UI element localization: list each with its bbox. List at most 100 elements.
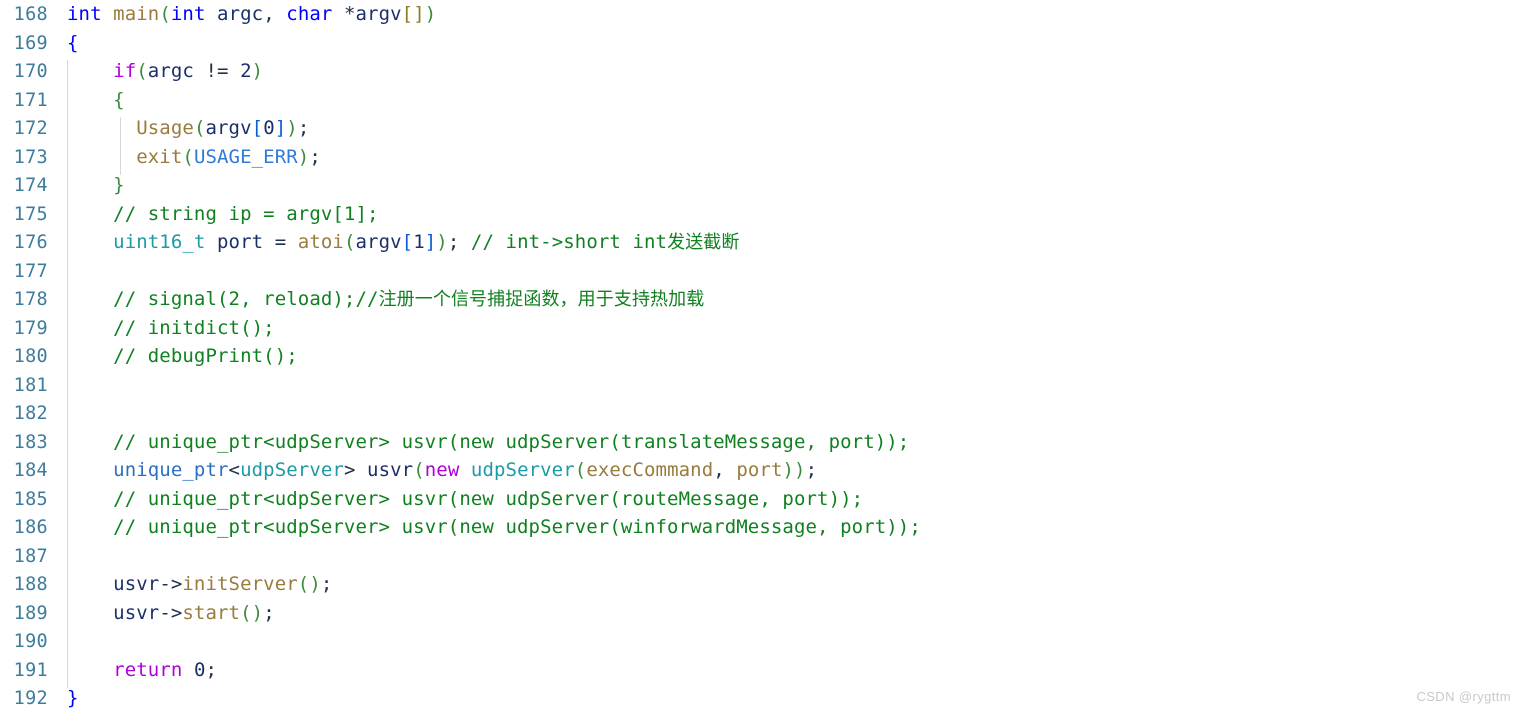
token-var-argv: argv: [205, 117, 252, 139]
code-line-190[interactable]: 190: [0, 627, 1525, 656]
code-line-179[interactable]: 179 // initdict();: [0, 314, 1525, 343]
line-content-empty[interactable]: [48, 627, 79, 656]
line-content[interactable]: // debugPrint();: [48, 342, 298, 371]
token-function-usage: Usage: [136, 117, 194, 139]
code-editor-viewport[interactable]: 168 int main(int argc, char *argv[]) 169…: [0, 0, 1525, 713]
code-line-180[interactable]: 180 // debugPrint();: [0, 342, 1525, 371]
token-comment: // initdict();: [113, 316, 275, 339]
line-content[interactable]: // unique_ptr<udpServer> usvr(new udpSer…: [48, 485, 863, 514]
line-content[interactable]: unique_ptr<udpServer> usvr(new udpServer…: [48, 456, 817, 485]
line-content[interactable]: // unique_ptr<udpServer> usvr(new udpSer…: [48, 513, 921, 542]
code-line-192[interactable]: 192 }: [0, 684, 1525, 713]
code-line-183[interactable]: 183 // unique_ptr<udpServer> usvr(new ud…: [0, 428, 1525, 457]
line-number: 171: [13, 89, 48, 111]
line-content[interactable]: usvr->initServer();: [48, 570, 332, 599]
code-line-176[interactable]: 176 uint16_t port = atoi(argv[1]); // in…: [0, 228, 1525, 257]
line-number: 186: [13, 517, 48, 538]
line-content[interactable]: // string ip = argv[1];: [48, 200, 379, 229]
token-keyword-new: new: [424, 459, 460, 481]
line-content[interactable]: // unique_ptr<udpServer> usvr(new udpSer…: [48, 428, 909, 457]
token-comment: // string ip = argv[1];: [113, 202, 379, 225]
code-line-185[interactable]: 185 // unique_ptr<udpServer> usvr(new ud…: [0, 485, 1525, 514]
code-lines[interactable]: 168 int main(int argc, char *argv[]) 169…: [0, 0, 1525, 713]
code-line-191[interactable]: 191 return 0;: [0, 656, 1525, 685]
code-line-169[interactable]: 169 {: [0, 29, 1525, 58]
line-content[interactable]: {: [48, 86, 125, 115]
line-number: 177: [13, 260, 48, 282]
code-line-182[interactable]: 182: [0, 399, 1525, 428]
line-number: 174: [13, 175, 48, 196]
token-lparen: (: [240, 601, 252, 624]
token-var-argv: argv: [355, 231, 402, 253]
line-number: 172: [13, 118, 48, 139]
line-number: 190: [13, 631, 48, 652]
code-line-187[interactable]: 187: [0, 542, 1525, 571]
token-var-usvr: usvr: [113, 601, 160, 624]
token-number-1: 1: [413, 231, 425, 253]
token-semicolon: ;: [205, 658, 218, 681]
token-semicolon: ;: [263, 601, 275, 624]
line-content[interactable]: if(argc != 2): [48, 57, 263, 86]
line-content[interactable]: uint16_t port = atoi(argv[1]); // int->s…: [48, 228, 740, 258]
token-var-port: port: [736, 459, 783, 481]
code-line-175[interactable]: 175 // string ip = argv[1];: [0, 200, 1525, 229]
line-content[interactable]: {: [48, 29, 79, 58]
token-comma: ,: [713, 459, 737, 481]
line-content-empty[interactable]: [48, 542, 79, 571]
token-var-usvr: usvr: [113, 573, 160, 595]
token-arg-exec-command: execCommand: [586, 459, 714, 481]
token-keyword-int2: int: [170, 3, 206, 25]
token-op-neq: !=: [193, 60, 241, 82]
code-line-189[interactable]: 189 usvr->start();: [0, 599, 1525, 628]
line-content[interactable]: }: [48, 684, 79, 713]
token-assign: =: [263, 231, 298, 253]
code-line-173[interactable]: 173 exit(USAGE_ERR);: [0, 143, 1525, 172]
token-open-brace: {: [113, 88, 125, 111]
token-arrow: ->: [159, 573, 183, 595]
token-semicolon: ;: [297, 117, 310, 139]
code-line-172[interactable]: 172 Usage(argv[0]);: [0, 114, 1525, 143]
line-content-empty[interactable]: [48, 371, 79, 400]
token-lparen2: (: [574, 459, 587, 481]
token-lparen: (: [182, 145, 194, 168]
token-var-argc: argc: [217, 3, 264, 25]
token-open-brace: {: [67, 31, 79, 54]
token-number-0: 0: [193, 658, 206, 681]
line-content[interactable]: Usage(argv[0]);: [48, 114, 309, 143]
code-line-186[interactable]: 186 // unique_ptr<udpServer> usvr(new ud…: [0, 513, 1525, 542]
token-rparen: ): [297, 145, 310, 168]
line-content-empty[interactable]: [48, 257, 79, 286]
code-line-188[interactable]: 188 usvr->initServer();: [0, 570, 1525, 599]
code-line-177[interactable]: 177: [0, 257, 1525, 286]
code-line-171[interactable]: 171 {: [0, 86, 1525, 115]
token-lparen: (: [413, 459, 425, 481]
token-close-brace: }: [67, 687, 79, 709]
token-type-udpserver-ctor: udpServer: [459, 459, 575, 481]
code-line-168[interactable]: 168 int main(int argc, char *argv[]): [0, 0, 1525, 29]
line-content[interactable]: }: [48, 171, 125, 200]
line-content[interactable]: exit(USAGE_ERR);: [48, 143, 321, 172]
code-line-170[interactable]: 170 if(argc != 2): [0, 57, 1525, 86]
code-line-174[interactable]: 174 }: [0, 171, 1525, 200]
code-line-184[interactable]: 184 unique_ptr<udpServer> usvr(new udpSe…: [0, 456, 1525, 485]
code-line-178[interactable]: 178 // signal(2, reload);//注册一个信号捕捉函数，用于…: [0, 285, 1525, 314]
line-number: 185: [13, 488, 48, 510]
line-content[interactable]: return 0;: [48, 656, 217, 685]
token-comment: // unique_ptr<udpServer> usvr(new udpSer…: [113, 430, 910, 453]
line-number: 179: [13, 317, 48, 339]
token-number-0: 0: [263, 117, 275, 139]
line-content[interactable]: // initdict();: [48, 314, 275, 343]
token-lparen: (: [159, 3, 171, 25]
token-rparen: ): [251, 60, 264, 82]
token-type-uint16t: uint16_t: [113, 231, 206, 253]
line-number: 168: [13, 4, 48, 25]
token-keyword-return: return: [113, 658, 183, 681]
token-lparen: (: [343, 231, 356, 253]
code-line-181[interactable]: 181: [0, 371, 1525, 400]
line-content[interactable]: usvr->start();: [48, 599, 275, 628]
token-comment: // signal(2, reload);//: [113, 288, 379, 310]
line-content[interactable]: // signal(2, reload);//注册一个信号捕捉函数，用于支持热加…: [48, 285, 704, 315]
line-content[interactable]: int main(int argc, char *argv[]): [48, 0, 436, 29]
line-content-empty[interactable]: [48, 399, 79, 428]
